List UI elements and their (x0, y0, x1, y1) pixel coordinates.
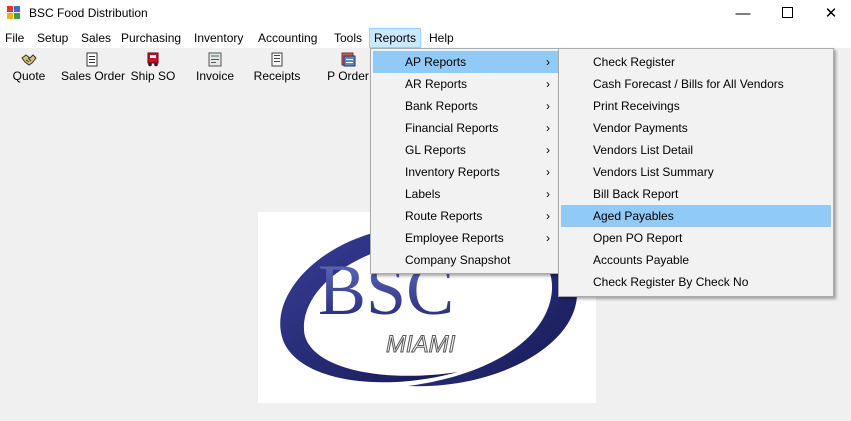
submenu-arrow-icon: › (546, 187, 550, 201)
toolbar-sales-order-button[interactable]: Sales Order (61, 52, 126, 83)
menu-help[interactable]: Help (425, 29, 458, 47)
menu-item-vendor-payments[interactable]: Vendor Payments (561, 117, 831, 139)
menu-item-bank-reports[interactable]: Bank Reports › (373, 95, 558, 117)
menu-item-accounts-payable[interactable]: Accounts Payable (561, 249, 831, 271)
toolbar-p-order-label: P Order (327, 69, 369, 83)
menu-item-label: Accounts Payable (593, 253, 690, 267)
toolbar-p-order-button[interactable]: P Order (325, 52, 371, 83)
window-title: BSC Food Distribution (29, 6, 148, 20)
maximize-icon (781, 7, 793, 19)
submenu-arrow-icon: › (546, 231, 550, 245)
menu-sales[interactable]: Sales (77, 29, 115, 47)
menu-item-vendors-list-summary[interactable]: Vendors List Summary (561, 161, 831, 183)
menu-item-label: Open PO Report (593, 231, 683, 245)
document-icon (86, 52, 98, 67)
menu-item-print-receivings[interactable]: Print Receivings (561, 95, 831, 117)
toolbar-quote-label: Quote (12, 69, 46, 83)
toolbar-sales-order-label: Sales Order (61, 69, 126, 83)
menu-item-label: AR Reports (405, 77, 468, 91)
menu-item-label: Check Register By Check No (593, 275, 749, 289)
menu-item-label: Employee Reports (405, 231, 504, 245)
menu-item-label: Vendors List Summary (593, 165, 714, 179)
title-bar: BSC Food Distribution — ✕ (0, 0, 851, 28)
menu-reports[interactable]: Reports (369, 28, 422, 48)
logo-sub-text: MIAMI (386, 331, 456, 358)
menu-item-aged-payables[interactable]: Aged Payables (561, 205, 831, 227)
submenu-arrow-icon: › (546, 77, 550, 91)
menu-accounting[interactable]: Accounting (254, 29, 321, 47)
menu-item-check-register-by-check-no[interactable]: Check Register By Check No (561, 271, 831, 293)
toolbar-receipts-button[interactable]: Receipts (252, 52, 302, 83)
menu-item-company-snapshot[interactable]: Company Snapshot (373, 249, 558, 271)
menu-item-label: Route Reports (405, 209, 483, 223)
menu-item-bill-back-report[interactable]: Bill Back Report (561, 183, 831, 205)
menu-item-label: Print Receivings (593, 99, 680, 113)
menu-inventory[interactable]: Inventory (190, 29, 247, 47)
menu-item-labels[interactable]: Labels › (373, 183, 558, 205)
menu-item-check-register[interactable]: Check Register (561, 51, 831, 73)
menu-item-label: Financial Reports (405, 121, 499, 135)
menu-file[interactable]: File (1, 29, 28, 47)
receipt-icon (271, 52, 283, 67)
menu-item-label: Check Register (593, 55, 676, 69)
menu-item-financial-reports[interactable]: Financial Reports › (373, 117, 558, 139)
menu-item-open-po-report[interactable]: Open PO Report (561, 227, 831, 249)
menu-item-ap-reports[interactable]: AP Reports › (373, 51, 558, 73)
ap-reports-submenu: Check Register Cash Forecast / Bills for… (558, 48, 834, 297)
toolbar-invoice-label: Invoice (195, 69, 235, 83)
handshake-icon (21, 54, 37, 66)
minimize-button[interactable]: — (720, 0, 766, 28)
maximize-button[interactable] (764, 0, 810, 28)
toolbar-ship-so-label: Ship SO (130, 69, 176, 83)
menu-tools[interactable]: Tools (330, 29, 366, 47)
submenu-arrow-icon: › (546, 55, 550, 69)
menu-item-cash-forecast[interactable]: Cash Forecast / Bills for All Vendors (561, 73, 831, 95)
menu-item-label: Labels (405, 187, 441, 201)
truck-icon (147, 52, 159, 67)
submenu-arrow-icon: › (546, 143, 550, 157)
submenu-arrow-icon: › (546, 209, 550, 223)
menu-item-label: Bill Back Report (593, 187, 679, 201)
toolbar-quote-button[interactable]: Quote (8, 52, 50, 83)
menu-item-label: Inventory Reports (405, 165, 500, 179)
submenu-arrow-icon: › (546, 165, 550, 179)
menu-item-gl-reports[interactable]: GL Reports › (373, 139, 558, 161)
submenu-arrow-icon: › (546, 121, 550, 135)
menu-item-label: Cash Forecast / Bills for All Vendors (593, 77, 784, 91)
menu-item-inventory-reports[interactable]: Inventory Reports › (373, 161, 558, 183)
menu-item-label: Company Snapshot (405, 253, 511, 267)
menu-item-label: Vendor Payments (593, 121, 688, 135)
menu-item-label: AP Reports (405, 55, 467, 69)
menu-item-label: Vendors List Detail (593, 143, 694, 157)
menu-item-vendors-list-detail[interactable]: Vendors List Detail (561, 139, 831, 161)
menu-item-employee-reports[interactable]: Employee Reports › (373, 227, 558, 249)
reports-menu: AP Reports › AR Reports › Bank Reports ›… (370, 48, 561, 274)
app-icon[interactable] (7, 6, 21, 20)
purchase-order-icon (341, 52, 356, 67)
menu-purchasing[interactable]: Purchasing (117, 29, 185, 47)
menu-setup[interactable]: Setup (33, 29, 72, 47)
toolbar-ship-so-button[interactable]: Ship SO (130, 52, 176, 83)
toolbar-receipts-label: Receipts (253, 69, 301, 83)
menu-item-label: Aged Payables (593, 209, 674, 223)
submenu-arrow-icon: › (546, 99, 550, 113)
menu-item-label: GL Reports (405, 143, 466, 157)
close-button[interactable]: ✕ (808, 0, 851, 28)
menu-bar: File Setup Sales Purchasing Inventory Ac… (0, 28, 851, 48)
toolbar-invoice-button[interactable]: Invoice (193, 52, 237, 83)
menu-item-route-reports[interactable]: Route Reports › (373, 205, 558, 227)
menu-item-label: Bank Reports (405, 99, 478, 113)
invoice-icon (208, 52, 222, 67)
menu-item-ar-reports[interactable]: AR Reports › (373, 73, 558, 95)
